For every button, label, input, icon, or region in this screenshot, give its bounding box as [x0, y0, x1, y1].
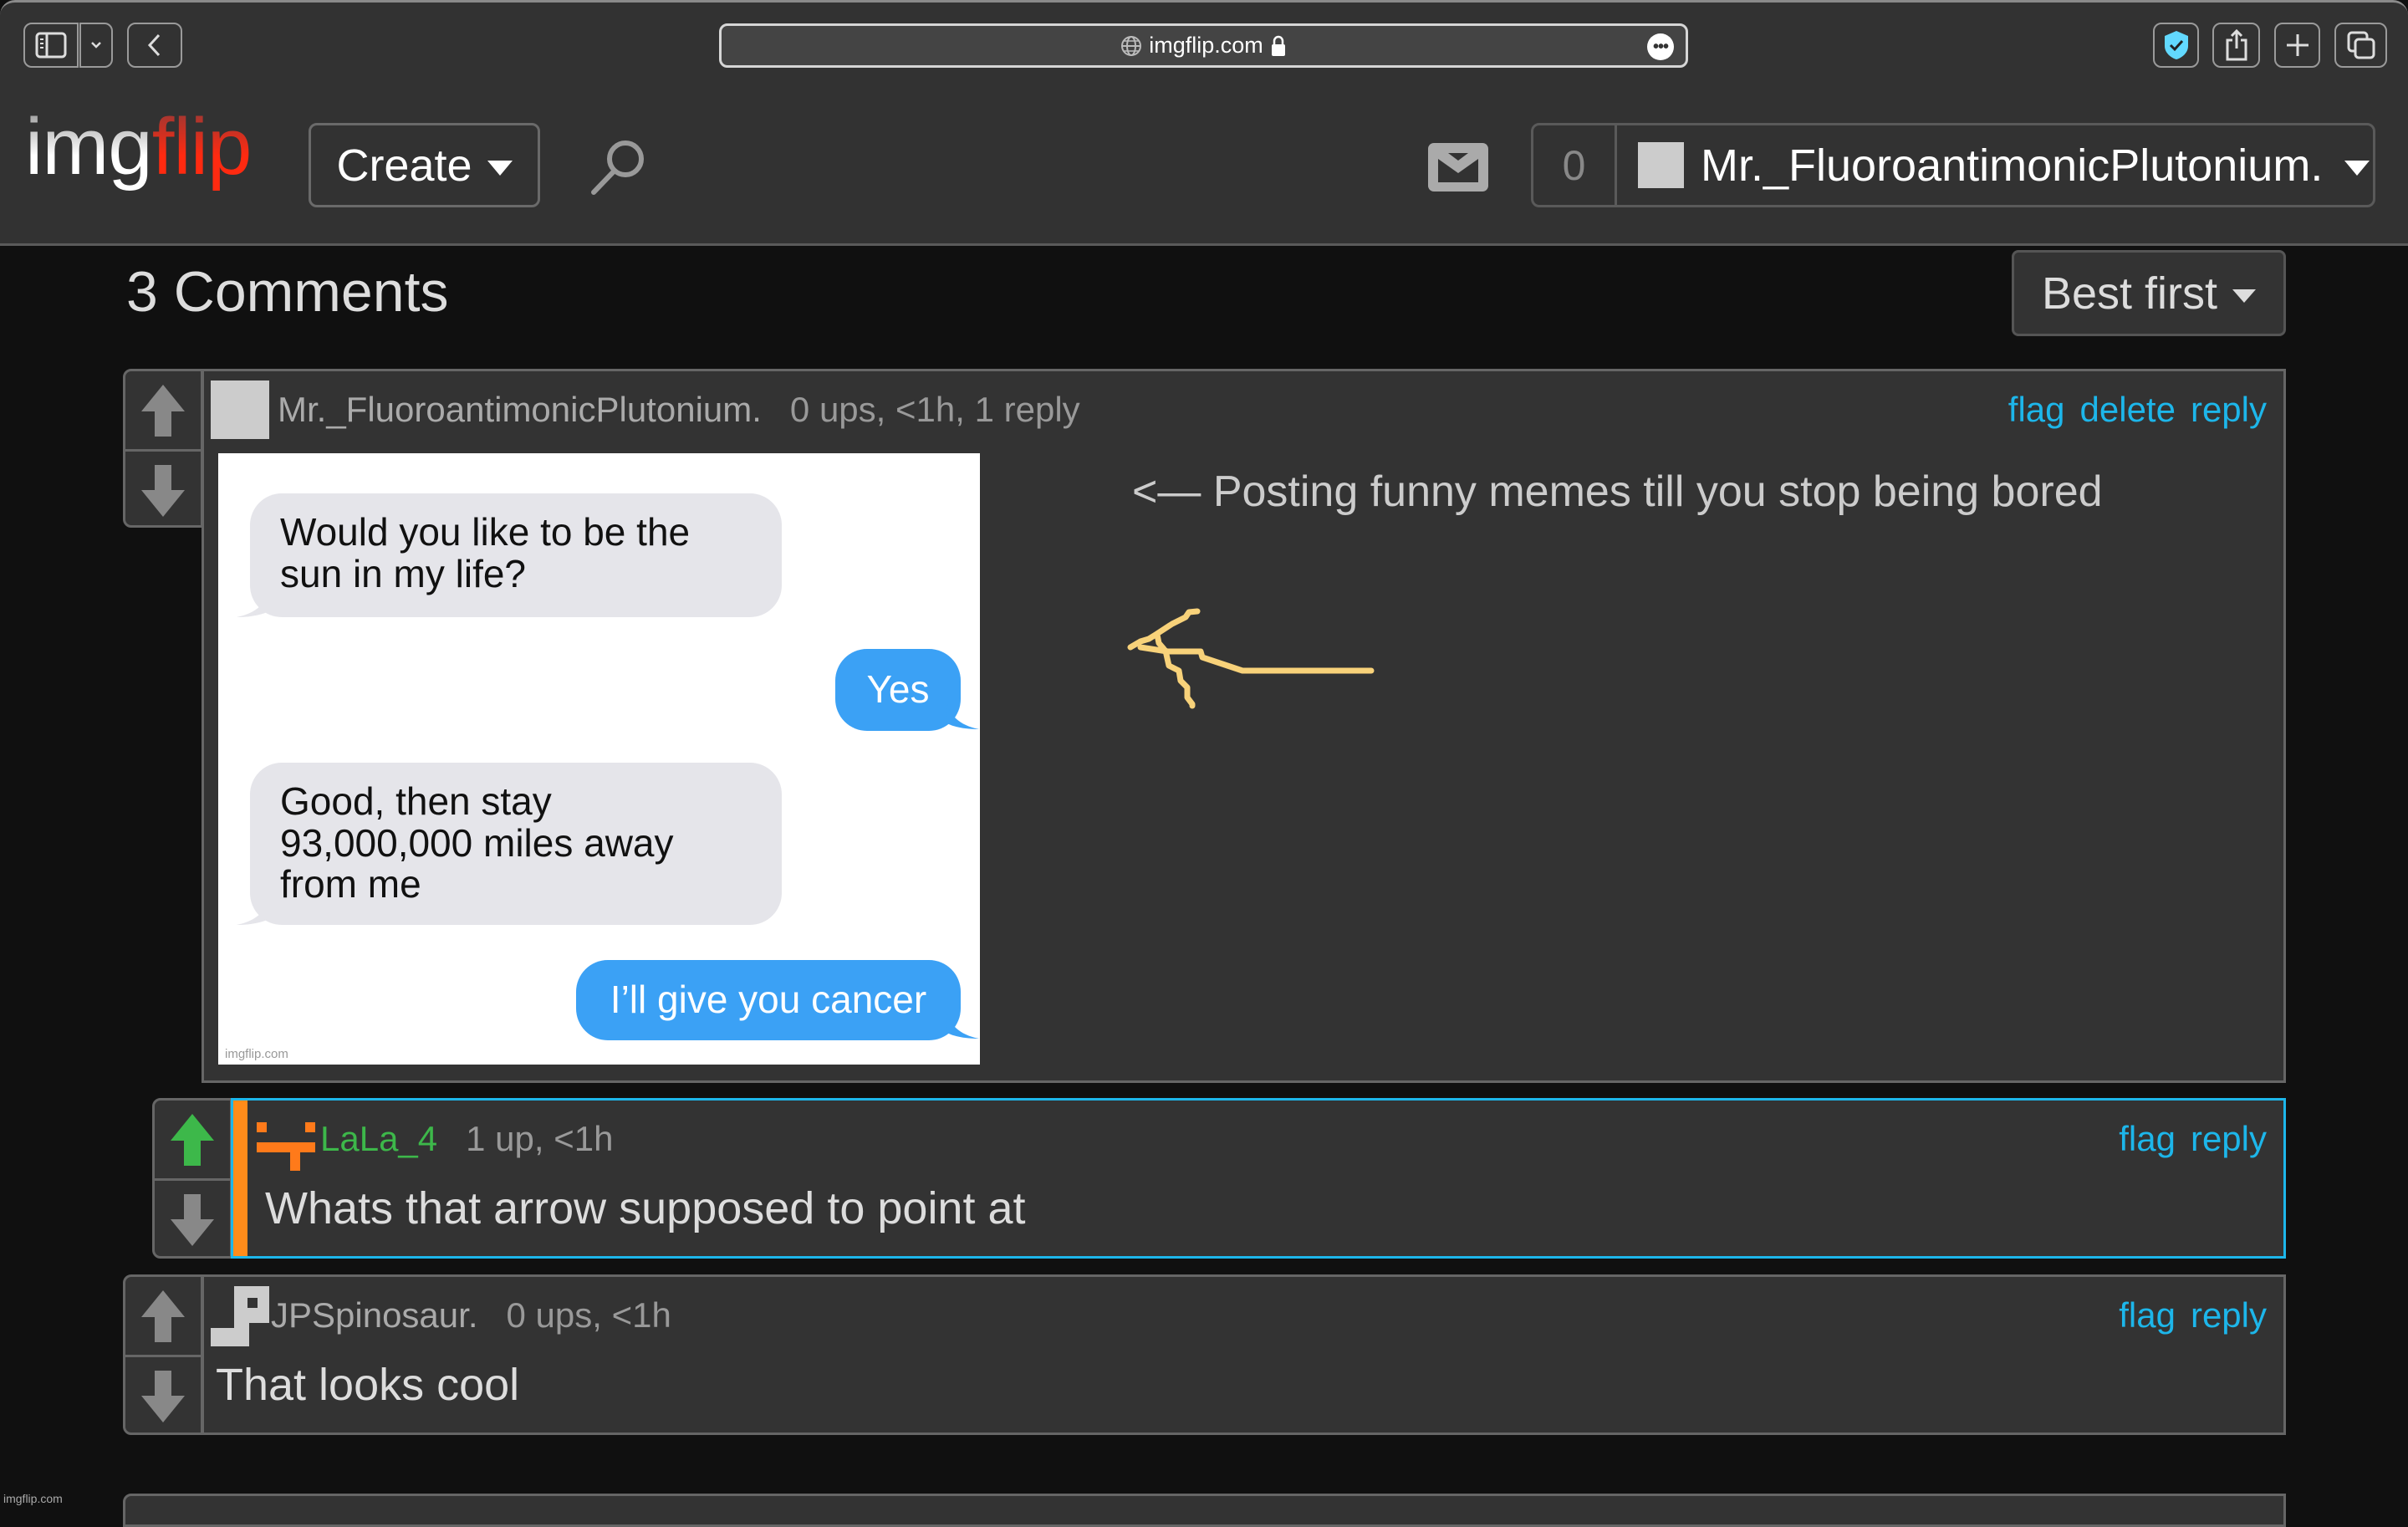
upvote-button[interactable] — [155, 1101, 230, 1178]
create-dropdown-button[interactable]: Create — [309, 123, 540, 207]
comment-reply: LaLa_4 1 up, <1h flag reply Whats that arr… — [152, 1098, 2286, 1259]
imgflip-logo[interactable]: imgflip — [25, 107, 252, 187]
caret-down-icon — [2344, 160, 2370, 176]
sidebar-toggle-button[interactable] — [23, 23, 79, 68]
upvote-button[interactable] — [125, 371, 201, 449]
comment-username[interactable]: Mr._FluoroantimonicPlutonium. — [278, 390, 762, 429]
comment-stats: 0 ups, <1h — [506, 1295, 671, 1335]
logo-text-img: img — [25, 102, 153, 192]
page-menu-icon[interactable]: ••• — [1647, 33, 1674, 60]
vote-controls — [123, 1274, 203, 1435]
arrow-up-icon — [171, 1113, 214, 1166]
flag-link[interactable]: flag — [2008, 390, 2065, 429]
bubble-tail — [946, 1014, 979, 1039]
bubble-tail — [237, 592, 270, 617]
sort-dropdown[interactable]: Best first — [2012, 250, 2286, 336]
reply-highlight-bar — [233, 1101, 247, 1256]
globe-icon — [1121, 35, 1142, 56]
comment-body: LaLa_4 1 up, <1h flag reply Whats that arr… — [231, 1098, 2286, 1259]
mail-icon[interactable] — [1428, 143, 1488, 192]
lock-icon — [1271, 35, 1285, 56]
tab-overview-button[interactable] — [2334, 23, 2387, 68]
meme-watermark: imgflip.com — [225, 1047, 288, 1061]
sidebar-icon — [35, 32, 67, 59]
comment-text: That looks cool — [216, 1360, 520, 1410]
share-button[interactable] — [2212, 23, 2260, 68]
vote-controls — [152, 1098, 232, 1259]
arrow-down-icon — [141, 1370, 185, 1422]
comment: JPSpinosaur. 0 ups, <1h flag reply That lo… — [123, 1274, 2286, 1435]
comments-count-heading: 3 Comments — [126, 260, 449, 324]
comment-text: <— Posting funny memes till you stop bei… — [1132, 467, 2103, 516]
share-icon — [2226, 28, 2247, 61]
caret-down-icon — [2232, 289, 2257, 303]
shield-check-icon — [2164, 31, 2188, 59]
flag-link[interactable]: flag — [2119, 1295, 2176, 1335]
downvote-button[interactable] — [125, 449, 201, 529]
downvote-button[interactable] — [125, 1355, 201, 1435]
upvote-button[interactable] — [125, 1277, 201, 1355]
user-name: Mr._FluoroantimonicPlutonium. — [1701, 140, 2324, 191]
user-avatar — [211, 1286, 269, 1346]
privacy-shield-button[interactable] — [2153, 23, 2199, 68]
bubble-tail — [946, 704, 979, 729]
tabs-icon — [2347, 31, 2375, 59]
create-label: Create — [336, 140, 472, 191]
user-menu[interactable]: 0 Mr._FluoroantimonicPlutonium. — [1531, 123, 2375, 207]
flag-link[interactable]: flag — [2119, 1119, 2176, 1158]
vote-controls — [123, 369, 203, 528]
sort-label: Best first — [2041, 268, 2218, 319]
bubble-tail — [237, 900, 270, 925]
plus-icon — [2286, 34, 2309, 56]
comment-username[interactable]: LaLa_4 — [320, 1119, 437, 1158]
browser-toolbar: imgflip.com ••• — [0, 0, 2408, 84]
chat-bubble-received: Would you like to be the sun in my life? — [250, 493, 782, 617]
address-bar[interactable]: imgflip.com ••• — [719, 23, 1688, 68]
downvote-button[interactable] — [155, 1178, 230, 1259]
logo-text-flip: flip — [151, 102, 253, 192]
arrow-down-icon — [141, 464, 185, 517]
caret-down-icon — [487, 160, 513, 176]
reply-link[interactable]: reply — [2191, 1295, 2267, 1335]
chat-bubble-sent: I’ll give you cancer — [576, 960, 961, 1040]
user-avatar — [211, 380, 269, 439]
search-icon[interactable] — [585, 134, 652, 201]
drawn-arrow-annotation — [1127, 608, 1375, 709]
reply-link[interactable]: reply — [2191, 390, 2267, 429]
chat-bubble-received: Good, then stay 93,000,000 miles away fr… — [250, 763, 782, 925]
chevron-left-icon — [147, 33, 161, 57]
tab-group-menu-button[interactable] — [79, 23, 113, 68]
comment-input-box[interactable] — [123, 1494, 2286, 1527]
comment: Mr._FluoroantimonicPlutonium. 0 ups, <1h,… — [123, 369, 2286, 1083]
url-text: imgflip.com — [1149, 33, 1263, 58]
delete-link[interactable]: delete — [2080, 390, 2176, 429]
arrow-down-icon — [171, 1193, 214, 1246]
user-avatar — [1638, 142, 1684, 188]
comment-text: Whats that arrow supposed to point at — [265, 1183, 1026, 1233]
back-button[interactable] — [127, 23, 182, 68]
arrow-up-icon — [141, 1290, 185, 1342]
chat-bubble-sent: Yes — [835, 649, 961, 731]
comment-username[interactable]: JPSpinosaur. — [271, 1295, 478, 1335]
notification-count[interactable]: 0 — [1533, 125, 1617, 205]
user-avatar — [257, 1122, 315, 1171]
chevron-down-icon — [91, 42, 101, 49]
arrow-up-icon — [141, 384, 185, 437]
meme-image[interactable]: Would you like to be the sun in my life?… — [218, 453, 980, 1065]
page-watermark: imgflip.com — [3, 1492, 63, 1505]
reply-link[interactable]: reply — [2191, 1119, 2267, 1158]
comment-stats: 0 ups, <1h, 1 reply — [789, 390, 1080, 429]
comment-stats: 1 up, <1h — [466, 1119, 614, 1158]
new-tab-button[interactable] — [2274, 23, 2320, 68]
comment-body: JPSpinosaur. 0 ups, <1h flag reply That lo… — [202, 1274, 2286, 1435]
